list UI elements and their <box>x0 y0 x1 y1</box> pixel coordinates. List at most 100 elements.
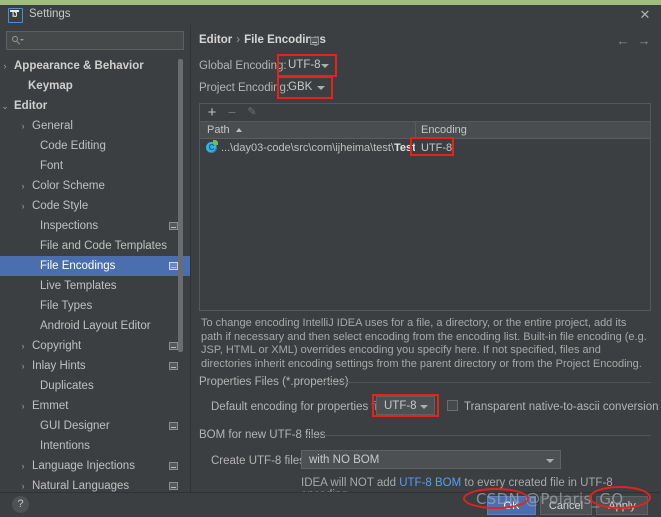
sidebar-item-label: General <box>32 120 73 132</box>
project-encoding-combo[interactable]: GBK <box>281 78 331 97</box>
column-header-path[interactable]: Path <box>207 122 230 138</box>
sidebar-item-label: Color Scheme <box>32 180 105 192</box>
sidebar-item-label: Android Layout Editor <box>40 320 151 332</box>
settings-sidebar: › Appearance & Behavior Keymap ⌄ Editor › Gene… <box>0 25 190 492</box>
chevron-right-icon[interactable]: › <box>18 396 28 416</box>
sidebar-item-gui-designer[interactable]: GUI Designer <box>0 416 190 436</box>
project-encoding-label: Project Encoding: <box>199 82 290 94</box>
project-scope-badge-icon <box>169 222 178 230</box>
sidebar-item-label: Keymap <box>28 80 73 92</box>
default-properties-encoding-combo[interactable]: UTF-8 <box>376 396 435 415</box>
file-encodings-panel: Editor › File Encodings ← → Global Encodin… <box>191 25 661 501</box>
project-scope-badge-icon <box>169 422 178 430</box>
cancel-button[interactable]: Cancel <box>540 496 592 515</box>
sidebar-scrollbar-thumb[interactable] <box>178 59 183 352</box>
table-row[interactable]: ...\day03-code\src\com\ijheima\test\Test… <box>200 139 650 157</box>
sidebar-item-label: Live Templates <box>40 280 117 292</box>
table-header-row: Path Encoding <box>200 122 650 139</box>
sidebar-item-live-templates[interactable]: Live Templates <box>0 276 190 296</box>
sidebar-item-keymap[interactable]: Keymap <box>0 76 190 96</box>
column-divider[interactable] <box>415 122 416 138</box>
search-icon <box>12 36 24 45</box>
sidebar-item-file-and-code-templates[interactable]: File and Code Templates <box>0 236 190 256</box>
remove-icon[interactable]: − <box>224 105 240 121</box>
row-path-file: Test1.jav <box>394 142 415 154</box>
chevron-right-icon[interactable]: › <box>18 356 28 376</box>
chevron-right-icon[interactable]: › <box>18 456 28 476</box>
sidebar-item-label: File Types <box>40 300 93 312</box>
properties-group-line <box>322 382 651 383</box>
sidebar-item-inspections[interactable]: Inspections <box>0 216 190 236</box>
sidebar-item-appearance-behavior[interactable]: › Appearance & Behavior <box>0 56 190 76</box>
title-bar: IJ Settings ✕ <box>0 5 661 25</box>
settings-dialog: IJ Settings ✕ › Appearance & Behavior Keym… <box>0 0 661 517</box>
project-scope-badge-icon <box>169 362 178 370</box>
project-scope-badge-icon <box>169 262 178 270</box>
transparent-native-to-ascii-label: Transparent native-to-ascii conversion <box>464 401 659 413</box>
add-icon[interactable]: + <box>204 105 220 121</box>
sidebar-item-label: Natural Languages <box>32 480 130 492</box>
sidebar-item-label: Language Injections <box>32 460 135 472</box>
edit-pencil-icon[interactable]: ✎ <box>244 105 260 121</box>
bom-hint-link[interactable]: UTF-8 BOM <box>399 477 461 489</box>
sidebar-item-color-scheme[interactable]: › Color Scheme <box>0 176 190 196</box>
bom-hint-before: IDEA will NOT add <box>301 477 400 489</box>
chevron-right-icon[interactable]: › <box>18 116 28 136</box>
encodings-description: To change encoding IntelliJ IDEA uses fo… <box>201 317 647 370</box>
apply-button[interactable]: Apply <box>596 496 648 515</box>
sidebar-item-label: Code Editing <box>40 140 106 152</box>
settings-tree: › Appearance & Behavior Keymap ⌄ Editor › Gene… <box>0 56 190 492</box>
sidebar-item-file-types[interactable]: File Types <box>0 296 190 316</box>
sidebar-item-label: Inspections <box>40 220 99 232</box>
breadcrumb-parent[interactable]: Editor <box>199 34 232 46</box>
help-icon[interactable]: ? <box>12 496 29 513</box>
column-header-encoding[interactable]: Encoding <box>421 122 467 138</box>
project-encoding-value: GBK <box>288 81 313 93</box>
chevron-right-icon[interactable]: › <box>18 476 28 492</box>
chevron-right-icon[interactable]: › <box>18 336 28 356</box>
chevron-down-icon <box>546 459 554 463</box>
sidebar-item-code-style[interactable]: › Code Style <box>0 196 190 216</box>
chevron-right-icon[interactable]: › <box>18 176 28 196</box>
sidebar-item-duplicates[interactable]: Duplicates <box>0 376 190 396</box>
sidebar-item-inlay-hints[interactable]: › Inlay Hints <box>0 356 190 376</box>
sidebar-item-general[interactable]: › General <box>0 116 190 136</box>
sidebar-item-android-layout-editor[interactable]: Android Layout Editor <box>0 316 190 336</box>
table-cell-encoding[interactable]: UTF-8 <box>421 139 452 157</box>
transparent-native-to-ascii-checkbox[interactable] <box>447 400 458 411</box>
search-input[interactable] <box>25 33 184 51</box>
default-properties-encoding-value: UTF-8 <box>384 400 417 412</box>
arrow-right-icon[interactable]: → <box>636 33 652 49</box>
search-box[interactable] <box>6 31 184 51</box>
chevron-down-icon[interactable]: ⌄ <box>0 96 10 116</box>
ok-button[interactable]: OK <box>487 496 536 515</box>
chevron-right-icon[interactable]: › <box>18 196 28 216</box>
global-encoding-combo[interactable]: UTF-8 <box>281 56 335 75</box>
create-utf8-files-label: Create UTF-8 files: <box>211 455 309 467</box>
sidebar-item-label: Font <box>40 160 64 172</box>
breadcrumb-scope-badge-icon <box>310 37 319 45</box>
arrow-left-icon[interactable]: ← <box>615 33 631 49</box>
sidebar-item-natural-languages[interactable]: › Natural Languages <box>0 476 190 492</box>
close-icon[interactable]: ✕ <box>637 7 653 23</box>
sidebar-item-label: File Encodings <box>40 260 116 272</box>
create-utf8-files-combo[interactable]: with NO BOM <box>301 450 561 469</box>
encodings-table-toolbar: + − ✎ <box>199 103 651 121</box>
sidebar-item-code-editing[interactable]: Code Editing <box>0 136 190 156</box>
chevron-right-icon[interactable]: › <box>0 56 10 76</box>
table-cell-path: ...\day03-code\src\com\ijheima\test\Test… <box>221 139 415 157</box>
project-scope-badge-icon <box>169 342 178 350</box>
sidebar-item-label: File and Code Templates <box>40 240 167 252</box>
sidebar-item-language-injections[interactable]: › Language Injections <box>0 456 190 476</box>
sidebar-item-intentions[interactable]: Intentions <box>0 436 190 456</box>
sidebar-item-emmet[interactable]: › Emmet <box>0 396 190 416</box>
sidebar-item-font[interactable]: Font <box>0 156 190 176</box>
sidebar-item-label: Code Style <box>32 200 89 212</box>
sidebar-item-copyright[interactable]: › Copyright <box>0 336 190 356</box>
sidebar-item-file-encodings[interactable]: File Encodings <box>0 256 190 276</box>
global-encoding-label: Global Encoding: <box>199 60 287 72</box>
chevron-down-icon <box>317 86 325 90</box>
java-class-file-icon <box>206 140 218 153</box>
sidebar-item-editor[interactable]: ⌄ Editor <box>0 96 190 116</box>
sidebar-item-label: Copyright <box>32 340 82 352</box>
